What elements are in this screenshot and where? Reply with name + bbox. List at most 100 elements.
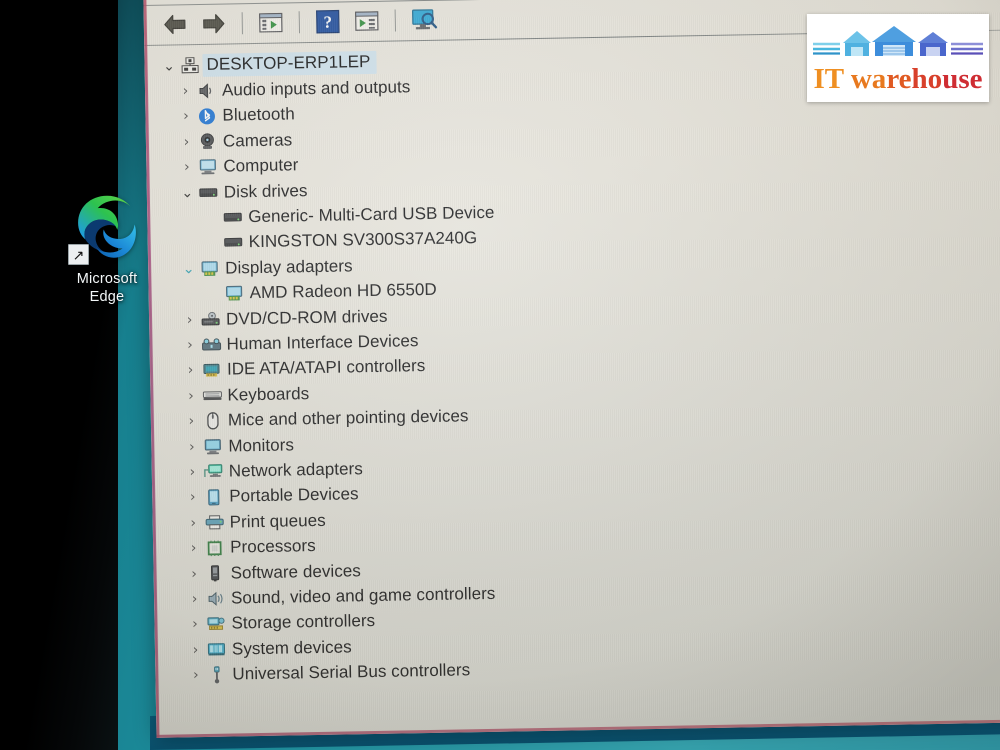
chevron-right-icon[interactable]: › <box>187 667 204 683</box>
chevron-right-icon[interactable]: › <box>183 413 200 429</box>
edge-icon: ↗ <box>68 190 144 265</box>
network-adapter-icon <box>201 464 226 480</box>
svg-text:?: ? <box>323 13 332 32</box>
chevron-placeholder: › <box>203 211 220 225</box>
shortcut-arrow-icon: ↗ <box>68 244 89 265</box>
tree-node-label: System devices <box>231 637 352 659</box>
edge-label-line1: Microsoft <box>76 271 138 287</box>
device-manager-window: File Action View Help <box>143 0 1000 738</box>
chevron-right-icon[interactable]: › <box>177 83 194 99</box>
system-device-icon <box>204 642 229 657</box>
chevron-right-icon[interactable]: › <box>184 464 201 480</box>
tree-node-label: Portable Devices <box>229 484 359 506</box>
camera-icon <box>195 133 220 150</box>
speaker-icon <box>194 83 219 99</box>
tree-node-label: Storage controllers <box>231 611 376 633</box>
back-button[interactable] <box>158 9 193 40</box>
chevron-right-icon[interactable]: › <box>178 159 195 175</box>
tree-node-label: Sound, video and game controllers <box>230 583 496 608</box>
tree-node-label: Bluetooth <box>222 104 295 126</box>
tree-node-label: DESKTOP-ERP1LEP <box>202 51 377 78</box>
hid-icon <box>198 338 223 352</box>
chevron-placeholder: › <box>205 287 222 301</box>
monitor-bezel <box>0 0 118 750</box>
desktop-icon-microsoft-edge[interactable]: ↗ Microsoft Edge <box>52 190 162 310</box>
printer-icon <box>202 515 227 530</box>
tree-node-label: Software devices <box>230 560 362 583</box>
toolbar-separator-3 <box>394 9 396 32</box>
tree-node-label: Audio inputs and outputs <box>221 77 411 100</box>
dvd-drive-icon <box>198 312 223 327</box>
tree-node-label: Universal Serial Bus controllers <box>232 660 471 684</box>
tree-node-label: Print queues <box>229 510 326 532</box>
tree-node-label: Computer <box>223 155 299 176</box>
tree-node-label: AMD Radeon HD 6550D <box>249 280 437 303</box>
chevron-right-icon[interactable]: › <box>182 363 199 379</box>
sound-controller-icon <box>203 590 228 606</box>
watermark-text-part: re <box>886 63 912 95</box>
tree-node-label: Mice and other pointing devices <box>227 406 469 430</box>
chevron-right-icon[interactable]: › <box>186 591 203 607</box>
tree-node-label: Cameras <box>222 130 293 151</box>
disk-drive-icon <box>220 211 245 223</box>
tree-node-label: IDE ATA/ATAPI controllers <box>226 356 426 379</box>
tree-node-label: Human Interface Devices <box>226 331 419 354</box>
properties-button[interactable] <box>254 7 289 38</box>
scan-hardware-button[interactable] <box>407 5 442 36</box>
watermark-text-part: use <box>942 63 983 95</box>
tree-node-label: Network adapters <box>228 459 363 481</box>
toolbar-separator-1 <box>241 12 244 35</box>
tree-node-label: Monitors <box>228 434 295 456</box>
display-adapter-icon <box>197 260 222 276</box>
chevron-down-icon[interactable]: ⌄ <box>179 185 196 201</box>
warehouse-buildings-graphic <box>813 26 983 56</box>
chevron-down-icon[interactable]: ⌄ <box>180 261 197 277</box>
chevron-right-icon[interactable]: › <box>187 642 204 658</box>
it-warehouse-watermark: IT warehouse <box>807 14 989 102</box>
device-tree: ⌄ DESKTOP-ERP1LEP › Audio inputs and out… <box>144 38 1000 720</box>
watermark-text-part: wa <box>850 63 887 95</box>
chevron-right-icon[interactable]: › <box>186 616 203 632</box>
processor-icon <box>202 539 227 556</box>
chevron-right-icon[interactable]: › <box>184 489 201 505</box>
computer-icon <box>195 159 220 175</box>
chevron-right-icon[interactable]: › <box>185 515 202 531</box>
chevron-right-icon[interactable]: › <box>183 439 200 455</box>
disk-drive-icon <box>196 186 221 198</box>
storage-controller-icon <box>203 616 228 632</box>
chevron-right-icon[interactable]: › <box>181 337 198 353</box>
mouse-icon <box>200 412 225 430</box>
keyboard-icon <box>199 389 224 401</box>
tree-node-label: Disk drives <box>223 180 308 202</box>
bluetooth-icon <box>194 108 219 125</box>
watermark-text-part: IT <box>813 63 851 95</box>
tree-node-label: KINGSTON SV300S37A240G <box>248 228 478 252</box>
watermark-text-part: ho <box>911 63 943 95</box>
tree-node-label: Keyboards <box>227 383 310 405</box>
tree-node-label: Processors <box>229 536 316 557</box>
watermark-text: IT warehouse <box>814 65 983 94</box>
monitor-icon <box>200 438 225 454</box>
help-button[interactable]: ? <box>311 6 346 37</box>
edge-label-line2: Edge <box>89 288 125 305</box>
computer-node-icon <box>177 57 202 74</box>
chevron-right-icon[interactable]: › <box>182 388 199 404</box>
usb-controller-icon <box>204 666 229 684</box>
ide-controller-icon <box>199 362 224 377</box>
display-adapter-icon <box>221 285 246 301</box>
tree-node-label: Generic- Multi-Card USB Device <box>248 202 495 227</box>
tree-node-label: DVD/CD-ROM drives <box>225 306 388 329</box>
chevron-down-icon[interactable]: ⌄ <box>160 58 177 74</box>
chevron-right-icon[interactable]: › <box>178 134 195 150</box>
screenshot-root: ↗ Microsoft Edge File Action View Help <box>0 0 1000 750</box>
chevron-right-icon[interactable]: › <box>185 540 202 556</box>
chevron-right-icon[interactable]: › <box>185 566 202 582</box>
disk-drive-icon <box>221 237 246 249</box>
tree-node-label: Display adapters <box>225 256 353 278</box>
forward-button[interactable] <box>197 8 232 39</box>
toolbar-separator-2 <box>298 11 301 34</box>
update-driver-button[interactable] <box>350 6 385 37</box>
software-device-icon <box>202 565 227 582</box>
chevron-right-icon[interactable]: › <box>181 312 198 328</box>
chevron-right-icon[interactable]: › <box>177 109 194 125</box>
